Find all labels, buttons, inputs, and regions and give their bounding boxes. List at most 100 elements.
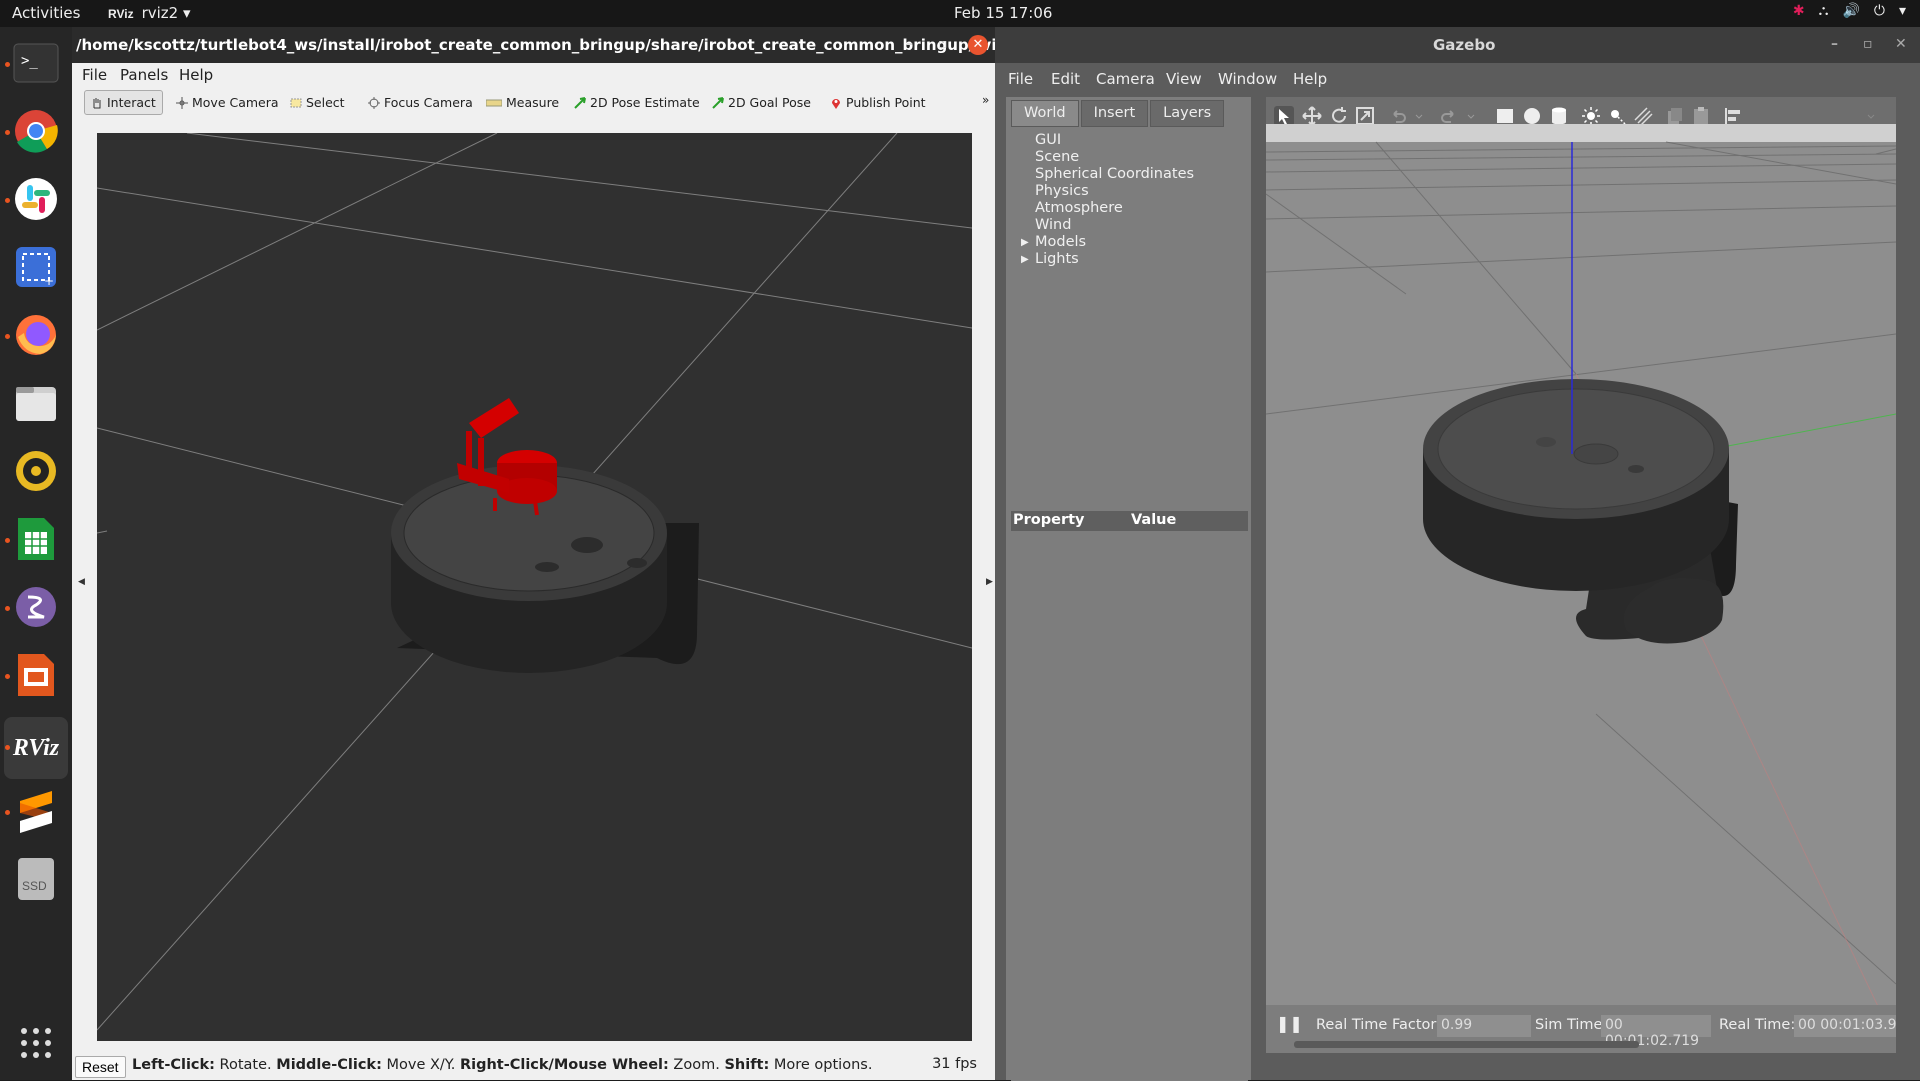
tab-insert[interactable]: Insert [1080, 100, 1149, 127]
terminal-icon[interactable]: >_ [10, 37, 62, 89]
lights-label: Lights [1035, 251, 1079, 267]
reset-button[interactable]: Reset [75, 1056, 126, 1078]
rviz-3d-viewport[interactable] [97, 133, 972, 1041]
redo-icon[interactable] [1439, 106, 1459, 126]
maximize-icon[interactable]: ▫ [938, 36, 948, 52]
align-icon[interactable] [1724, 106, 1744, 126]
scale-icon[interactable] [1355, 106, 1375, 126]
clock[interactable]: Feb 15 17:06 [954, 4, 1052, 22]
close-icon[interactable]: ✕ [1895, 36, 1907, 52]
goal-pose-button[interactable]: 2D Goal Pose [706, 90, 817, 115]
menu-camera[interactable]: Camera [1096, 70, 1155, 88]
copy-icon[interactable] [1665, 106, 1685, 126]
tree-item-physics[interactable]: Physics [1035, 183, 1089, 199]
rviz-title-bar[interactable]: /home/kscottz/turtlebot4_ws/install/irob… [72, 27, 1022, 63]
select-arrow-icon[interactable] [1274, 106, 1294, 126]
pause-icon[interactable]: ❚❚ [1276, 1014, 1303, 1033]
spot-light-icon[interactable] [1607, 106, 1627, 126]
running-indicator [5, 334, 10, 339]
paste-icon[interactable] [1691, 106, 1711, 126]
right-panel-toggle-icon[interactable]: ▶ [986, 577, 993, 587]
volume-icon[interactable]: 🔊 [1842, 3, 1859, 19]
horizontal-scrollbar[interactable] [1294, 1041, 1639, 1048]
measure-button[interactable]: Measure [480, 90, 565, 115]
network-icon[interactable]: ⛬ [1819, 3, 1829, 19]
menu-file[interactable]: File [1008, 70, 1033, 88]
slack-icon[interactable] [10, 173, 62, 225]
app-name: rviz2 ▾ [141, 4, 191, 22]
chevron-down-icon[interactable] [1466, 106, 1476, 126]
tree-item-scene[interactable]: Scene [1035, 149, 1079, 165]
gazebo-scene-render [1266, 124, 1896, 1031]
menu-help[interactable]: Help [179, 66, 213, 84]
screenshot-icon[interactable]: + [10, 241, 62, 293]
directional-light-icon[interactable] [1633, 106, 1653, 126]
tree-item-models[interactable]: ▶ Models [1021, 234, 1087, 250]
point-light-icon[interactable] [1581, 106, 1601, 126]
rhythmbox-icon[interactable] [10, 445, 62, 497]
sphere-shape-icon[interactable] [1522, 106, 1542, 126]
tree-item-gui[interactable]: GUI [1035, 132, 1061, 148]
power-icon[interactable]: ⏻ [1874, 3, 1885, 19]
translate-icon[interactable] [1302, 106, 1322, 126]
sky-band [1266, 124, 1896, 142]
app-menu[interactable]: RViz rviz2 ▾ [108, 4, 191, 22]
tab-layers[interactable]: Layers [1150, 100, 1225, 127]
maximize-icon[interactable]: ▫ [1863, 36, 1873, 52]
menu-panels[interactable]: Panels [120, 66, 168, 84]
publish-point-button[interactable]: Publish Point [824, 90, 932, 115]
rotate-icon[interactable] [1329, 106, 1349, 126]
middle-click-text: Move X/Y. [381, 1057, 460, 1073]
chevron-down-icon[interactable] [1866, 106, 1876, 126]
models-label: Models [1035, 234, 1087, 250]
pose-estimate-button[interactable]: 2D Pose Estimate [568, 90, 706, 115]
focus-camera-label: Focus Camera [384, 95, 473, 110]
select-button[interactable]: Select [284, 90, 351, 115]
undo-icon[interactable] [1388, 106, 1408, 126]
tree-item-atmosphere[interactable]: Atmosphere [1035, 200, 1123, 216]
focus-camera-button[interactable]: Focus Camera [362, 90, 479, 115]
tree-item-spherical[interactable]: Spherical Coordinates [1035, 166, 1194, 182]
expand-arrow-icon[interactable]: ▶ [1021, 254, 1029, 265]
gazebo-window: Gazebo – ▫ ✕ File Edit Camera View Windo… [995, 27, 1920, 1081]
tree-item-lights[interactable]: ▶ Lights [1021, 251, 1079, 267]
tree-item-wind[interactable]: Wind [1035, 217, 1071, 233]
ssd-icon[interactable]: SSD [10, 853, 62, 905]
chrome-icon[interactable] [10, 105, 62, 157]
box-shape-icon[interactable] [1495, 106, 1515, 126]
expand-arrow-icon[interactable]: ▶ [1021, 237, 1029, 248]
interact-tool-button[interactable]: Interact [84, 90, 163, 115]
publish-point-label: Publish Point [846, 95, 926, 110]
middle-click-label: Middle-Click: [276, 1057, 382, 1073]
menu-help[interactable]: Help [1293, 70, 1327, 88]
chevron-down-icon[interactable] [1414, 106, 1424, 126]
files-icon[interactable] [10, 377, 62, 429]
toolbar-overflow-button[interactable]: » [982, 93, 989, 107]
cylinder-shape-icon[interactable] [1549, 106, 1569, 126]
apps-grid-icon[interactable] [10, 1017, 62, 1069]
activities-button[interactable]: Activities [12, 4, 80, 22]
menu-edit[interactable]: Edit [1051, 70, 1080, 88]
minimize-icon[interactable]: – [906, 36, 913, 52]
emacs-icon[interactable] [10, 581, 62, 633]
move-camera-button[interactable]: Move Camera [170, 90, 285, 115]
left-panel-toggle-icon[interactable]: ◀ [78, 577, 85, 587]
menu-file[interactable]: File [82, 66, 107, 84]
rviz-icon[interactable]: RViz [4, 717, 68, 779]
gazebo-title-bar[interactable]: Gazebo – ▫ ✕ [995, 27, 1920, 63]
spreadsheet-icon[interactable] [10, 513, 62, 565]
slack-tray-icon[interactable]: ✱ [1793, 3, 1805, 19]
system-tray[interactable]: ✱ ⛬ 🔊 ⏻ ▾ [1793, 3, 1906, 19]
svg-text:+: + [44, 274, 54, 288]
impress-icon[interactable] [10, 649, 62, 701]
hand-icon [93, 97, 101, 108]
menu-view[interactable]: View [1166, 70, 1202, 88]
minimize-icon[interactable]: – [1831, 36, 1838, 52]
chevron-down-icon[interactable]: ▾ [1899, 3, 1906, 19]
gazebo-3d-scene[interactable] [1266, 124, 1896, 1031]
firefox-icon[interactable] [10, 309, 62, 361]
tab-world[interactable]: World [1011, 100, 1079, 127]
close-icon[interactable]: ✕ [968, 35, 988, 55]
menu-window[interactable]: Window [1218, 70, 1277, 88]
sublime-icon[interactable] [10, 785, 62, 837]
